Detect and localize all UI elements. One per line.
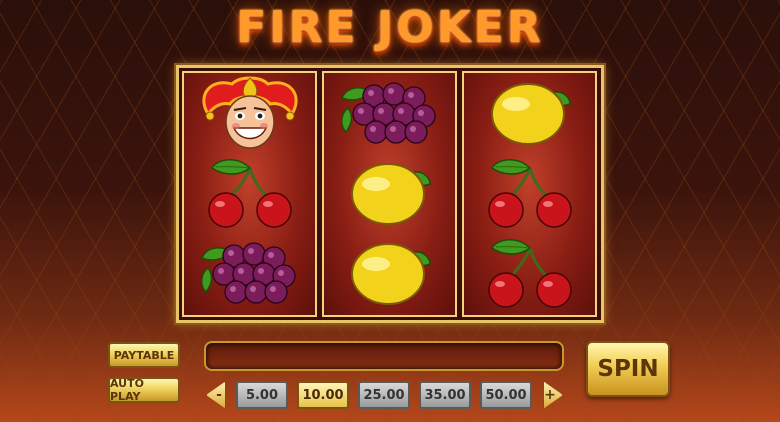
plus-icon: + xyxy=(544,387,556,403)
grape-icon xyxy=(330,74,450,156)
reel-2-symbol-2 xyxy=(324,155,455,235)
reel-2-symbol-3 xyxy=(324,235,455,315)
reel-2-symbol-1 xyxy=(324,75,455,155)
minus-icon: - xyxy=(216,387,222,403)
lemon-icon xyxy=(330,154,450,236)
reel-3-symbol-2 xyxy=(464,155,595,235)
bet-option-1[interactable]: 5.00 xyxy=(236,381,288,409)
cherry-icon xyxy=(470,154,590,236)
reel-3-symbol-3 xyxy=(464,235,595,315)
joker-icon xyxy=(190,74,310,156)
autoplay-button[interactable]: AUTO PLAY xyxy=(108,377,180,403)
reel-3-symbol-1 xyxy=(464,75,595,155)
reel-1-symbol-1 xyxy=(184,75,315,155)
reel-frame xyxy=(176,65,604,323)
bet-option-2[interactable]: 10.00 xyxy=(297,381,349,409)
cherry-icon xyxy=(470,234,590,316)
reel-1-symbol-2 xyxy=(184,155,315,235)
bet-decrease-button[interactable]: - xyxy=(206,381,226,409)
game-title: FIRE JOKER xyxy=(236,2,544,53)
reel-3 xyxy=(462,71,597,317)
spin-button[interactable]: SPIN xyxy=(586,341,670,397)
bet-option-5[interactable]: 50.00 xyxy=(480,381,532,409)
lemon-icon xyxy=(470,74,590,156)
bet-option-3[interactable]: 25.00 xyxy=(358,381,410,409)
paytable-button[interactable]: PAYTABLE xyxy=(108,342,180,368)
reel-2 xyxy=(322,71,457,317)
reel-1-symbol-3 xyxy=(184,235,315,315)
message-bar xyxy=(204,341,564,371)
lemon-icon xyxy=(330,234,450,316)
reel-1 xyxy=(182,71,317,317)
bet-option-4[interactable]: 35.00 xyxy=(419,381,471,409)
cherry-icon xyxy=(190,154,310,236)
bet-increase-button[interactable]: + xyxy=(543,381,563,409)
grape-icon xyxy=(190,234,310,316)
